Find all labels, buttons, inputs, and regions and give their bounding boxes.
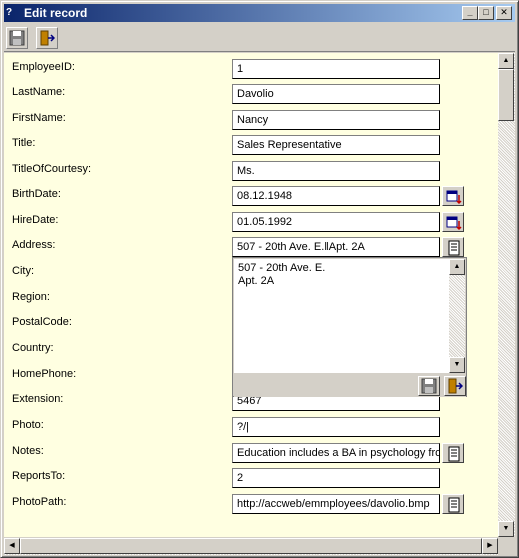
country-label: Country:: [12, 342, 54, 354]
vertical-scrollbar[interactable]: ▲ ▼: [498, 53, 515, 537]
toolbar: [4, 24, 515, 52]
field-row-photo: Photo: ?/|: [4, 417, 498, 437]
scroll-right-arrow-icon[interactable]: ▶: [482, 538, 498, 554]
field-row-photopath: PhotoPath: http://accweb/emmployees/davo…: [4, 494, 498, 514]
calendar-icon: [446, 216, 462, 231]
lastname-input[interactable]: Davolio: [232, 84, 440, 104]
field-row-employeeid: EmployeeID: 1: [4, 59, 498, 79]
firstname-input[interactable]: Nancy: [232, 110, 440, 130]
memo-scrollbar[interactable]: ▲ ▼: [449, 259, 465, 373]
memo-exit-button[interactable]: [444, 376, 466, 396]
scroll-down-arrow-icon[interactable]: ▼: [449, 357, 465, 373]
address-memo-popup: 507 - 20th Ave. E. Apt. 2A ▲ ▼: [232, 257, 467, 397]
horizontal-scrollbar[interactable]: ◀ ▶: [4, 538, 498, 555]
title-bar[interactable]: ? Edit record _ □ ✕: [4, 4, 515, 22]
postalcode-label: PostalCode:: [12, 316, 72, 328]
notes-label: Notes:: [12, 445, 44, 457]
edit-record-window: ? Edit record _ □ ✕ EmployeeID: 1 LastNa…: [0, 0, 519, 558]
lastname-label: LastName:: [12, 86, 66, 98]
homephone-label: HomePhone:: [12, 368, 77, 380]
extension-label: Extension:: [12, 393, 64, 405]
calendar-icon: [446, 190, 462, 205]
scroll-left-arrow-icon[interactable]: ◀: [4, 538, 20, 554]
photo-label: Photo:: [12, 419, 44, 431]
hiredate-calendar-button[interactable]: [442, 212, 464, 232]
exit-button[interactable]: [36, 27, 58, 49]
maximize-button[interactable]: □: [478, 6, 494, 20]
memo-page-icon: [448, 240, 460, 256]
scrollbar-corner: [498, 538, 515, 555]
memo-toolbar: [234, 375, 466, 397]
memo-page-icon: [448, 497, 460, 513]
save-button[interactable]: [6, 27, 28, 49]
app-icon: ?: [6, 7, 13, 18]
address-input[interactable]: 507 - 20th Ave. E.‖Apt. 2A: [232, 237, 440, 257]
memo-save-button[interactable]: [418, 376, 440, 396]
memo-page-icon: [448, 446, 460, 462]
firstname-label: FirstName:: [12, 112, 66, 124]
title-input[interactable]: Sales Representative: [232, 135, 440, 155]
floppy-disk-icon: [9, 30, 25, 46]
field-row-hiredate: HireDate: 01.05.1992: [4, 212, 498, 232]
titleofcourtesy-label: TitleOfCourtesy:: [12, 163, 92, 175]
photo-input[interactable]: ?/|: [232, 417, 440, 437]
record-form: EmployeeID: 1 LastName: Davolio FirstNam…: [4, 53, 498, 537]
field-row-titleofcourtesy: TitleOfCourtesy: Ms.: [4, 161, 498, 181]
notes-memo-button[interactable]: [442, 443, 464, 463]
scroll-up-arrow-icon[interactable]: ▲: [449, 259, 465, 275]
city-label: City:: [12, 265, 34, 277]
title-label: Title:: [12, 137, 36, 149]
scroll-up-arrow-icon[interactable]: ▲: [498, 53, 514, 69]
field-row-address: Address: 507 - 20th Ave. E.‖Apt. 2A: [4, 237, 498, 257]
field-row-lastname: LastName: Davolio: [4, 84, 498, 104]
notes-input[interactable]: Education includes a BA in psychology fr…: [232, 443, 440, 463]
exit-door-icon: [40, 30, 55, 46]
window-title: Edit record: [24, 6, 88, 20]
vertical-scroll-thumb[interactable]: [498, 69, 514, 121]
photopath-label: PhotoPath:: [12, 496, 67, 508]
birthdate-input[interactable]: 08.12.1948: [232, 186, 440, 206]
minimize-button[interactable]: _: [462, 6, 478, 20]
region-label: Region:: [12, 291, 50, 303]
close-button[interactable]: ✕: [496, 6, 512, 20]
birthdate-label: BirthDate:: [12, 188, 61, 200]
employeeid-label: EmployeeID:: [12, 61, 75, 73]
floppy-disk-icon: [421, 378, 437, 394]
address-memo-button[interactable]: [442, 237, 464, 257]
field-row-title: Title: Sales Representative: [4, 135, 498, 155]
horizontal-scroll-thumb[interactable]: [20, 538, 482, 554]
employeeid-input[interactable]: 1: [232, 59, 440, 79]
scroll-down-arrow-icon[interactable]: ▼: [498, 521, 514, 537]
reportsto-label: ReportsTo:: [12, 470, 66, 482]
photopath-input[interactable]: http://accweb/emmployees/davolio.bmp: [232, 494, 440, 514]
exit-door-icon: [448, 378, 463, 394]
field-row-firstname: FirstName: Nancy: [4, 110, 498, 130]
memo-textarea[interactable]: 507 - 20th Ave. E. Apt. 2A: [234, 259, 449, 373]
reportsto-input[interactable]: 2: [232, 468, 440, 488]
field-row-birthdate: BirthDate: 08.12.1948: [4, 186, 498, 206]
hiredate-label: HireDate:: [12, 214, 59, 226]
memo-scroll-track[interactable]: [449, 275, 465, 357]
titleofcourtesy-input[interactable]: Ms.: [232, 161, 440, 181]
field-row-notes: Notes: Education includes a BA in psycho…: [4, 443, 498, 463]
address-label: Address:: [12, 239, 56, 251]
hiredate-input[interactable]: 01.05.1992: [232, 212, 440, 232]
birthdate-calendar-button[interactable]: [442, 186, 464, 206]
photopath-memo-button[interactable]: [442, 494, 464, 514]
field-row-reportsto: ReportsTo: 2: [4, 468, 498, 488]
